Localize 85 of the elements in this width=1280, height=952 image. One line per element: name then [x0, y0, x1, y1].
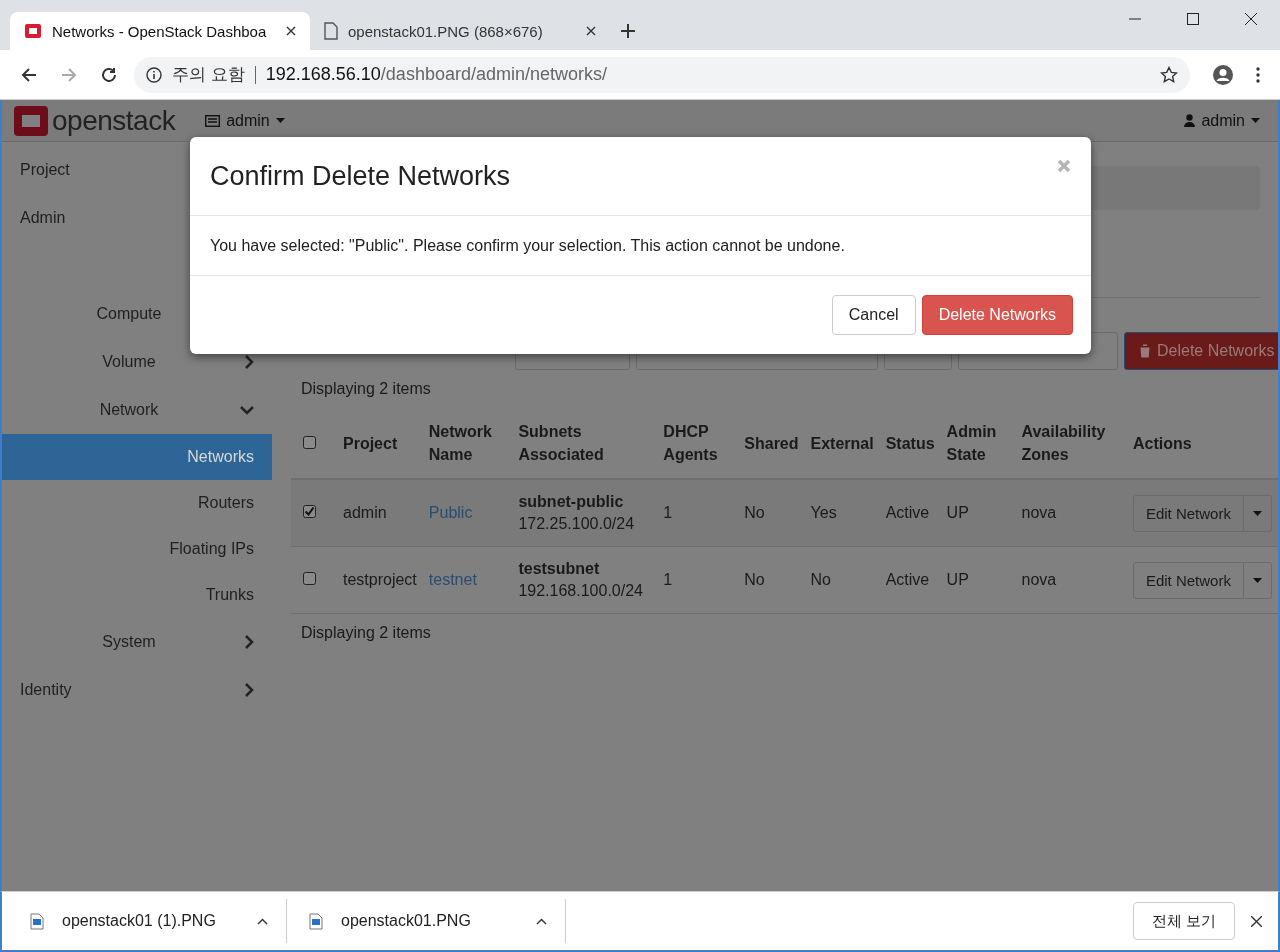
edit-network-button[interactable]: Edit Network	[1132, 561, 1244, 599]
download-item[interactable]: openstack01.PNG	[309, 912, 547, 930]
close-icon[interactable]	[1245, 13, 1257, 25]
chevron-right-icon	[245, 683, 254, 697]
cancel-button[interactable]: Cancel	[831, 295, 916, 335]
chevron-right-icon	[245, 635, 254, 649]
caret-icon	[1252, 577, 1262, 583]
new-tab-icon[interactable]	[620, 23, 636, 39]
reload-icon[interactable]	[100, 65, 118, 84]
table-cell: nova	[1015, 479, 1127, 547]
browser-tab[interactable]: openstack01.PNG (868×676)	[310, 12, 610, 50]
project-menu[interactable]: admin	[205, 111, 285, 130]
image-file-icon	[309, 912, 323, 930]
item-count: Displaying 2 items	[300, 623, 432, 643]
table-cell: Active	[879, 479, 941, 547]
table-cell: No	[738, 479, 805, 547]
document-icon	[324, 22, 338, 40]
caret-icon	[1252, 510, 1262, 516]
trash-icon	[1139, 344, 1151, 358]
chevron-up-icon	[257, 917, 268, 925]
back-arrow-icon[interactable]	[20, 65, 38, 84]
server-icon	[205, 114, 221, 127]
checkbox[interactable]	[303, 435, 316, 449]
delete-networks-button[interactable]: Delete Networks	[1124, 332, 1278, 370]
subnet-name: testsubnet	[518, 559, 601, 579]
table-cell: testproject	[337, 546, 423, 614]
user-icon	[1184, 114, 1196, 127]
table-cell: Active	[879, 546, 941, 614]
table-cell: nova	[1015, 546, 1127, 614]
table-cell: No	[804, 546, 880, 614]
caret-icon	[275, 118, 285, 123]
sidebar-item[interactable]: Networks	[2, 434, 272, 480]
sidebar-item[interactable]: Identity	[2, 666, 272, 714]
dialog-title: Confirm Delete Networks	[210, 160, 511, 192]
item-count: Displaying 2 items	[300, 379, 432, 399]
close-icon[interactable]	[1251, 915, 1262, 927]
dropdown-toggle[interactable]	[1243, 494, 1272, 532]
table-cell: UP	[940, 546, 1016, 614]
table-cell: admin	[337, 479, 423, 547]
download-item[interactable]: openstack01 (1).PNG	[30, 912, 268, 930]
subnet-cidr: 172.25.100.0/24	[518, 514, 636, 534]
checkbox[interactable]	[303, 505, 316, 518]
close-icon[interactable]	[586, 26, 596, 36]
checkbox[interactable]	[303, 572, 316, 585]
subnet-name: subnet-public	[518, 492, 625, 512]
table-cell: 1	[657, 546, 739, 614]
chevron-down-icon	[240, 405, 254, 415]
show-all-button[interactable]: 전체 보기	[1132, 902, 1235, 940]
delete-networks-button[interactable]: Delete Networks	[921, 295, 1073, 335]
edit-network-button[interactable]: Edit Network	[1132, 494, 1244, 532]
maximize-icon[interactable]	[1187, 13, 1199, 25]
subnet-cidr: 192.168.100.0/24	[518, 581, 644, 601]
dialog-message: You have selected: "Public". Please confirm your selection. This action cannot be undone.	[210, 236, 845, 255]
caret-icon	[1251, 118, 1260, 123]
sidebar-item[interactable]: System	[2, 618, 272, 666]
openstack-logo-icon	[24, 22, 42, 40]
table-cell: Yes	[804, 479, 880, 547]
info-icon	[146, 66, 162, 83]
browser-tab[interactable]: Networks - OpenStack Dashboa	[10, 12, 310, 50]
tab-title: Networks - OpenStack Dashboa	[52, 22, 268, 40]
star-icon[interactable]	[1160, 65, 1178, 84]
table-cell: No	[738, 546, 805, 614]
address-bar[interactable]: 주의 요함 192.168.56.10/dashboard/admin/networks/	[134, 56, 1190, 93]
url-text: 192.168.56.10/dashboard/admin/networks/	[265, 64, 607, 85]
chevron-up-icon	[536, 917, 547, 925]
dropdown-toggle[interactable]	[1243, 561, 1272, 599]
account-icon[interactable]	[1212, 63, 1234, 86]
sidebar-item[interactable]: Trunks	[2, 572, 272, 618]
table-cell: 1	[657, 479, 739, 547]
network-link[interactable]: testnet	[428, 571, 477, 588]
security-warning: 주의 요함	[172, 64, 245, 86]
close-icon[interactable]	[286, 26, 296, 36]
menu-icon[interactable]	[1256, 66, 1260, 83]
brand-name: openstack	[52, 104, 176, 137]
chevron-right-icon	[245, 355, 254, 369]
user-menu[interactable]: admin	[1184, 111, 1260, 130]
sidebar-item[interactable]: Routers	[2, 480, 272, 526]
sidebar-item[interactable]: Network	[2, 386, 272, 434]
openstack-logo-icon	[14, 105, 48, 136]
sidebar-item[interactable]: Floating IPs	[2, 526, 272, 572]
sidebar-item[interactable]: Volume	[2, 338, 272, 386]
tab-title: openstack01.PNG (868×676)	[348, 22, 544, 40]
table-cell: UP	[940, 479, 1016, 547]
image-file-icon	[30, 912, 44, 930]
network-link[interactable]: Public	[428, 504, 473, 521]
